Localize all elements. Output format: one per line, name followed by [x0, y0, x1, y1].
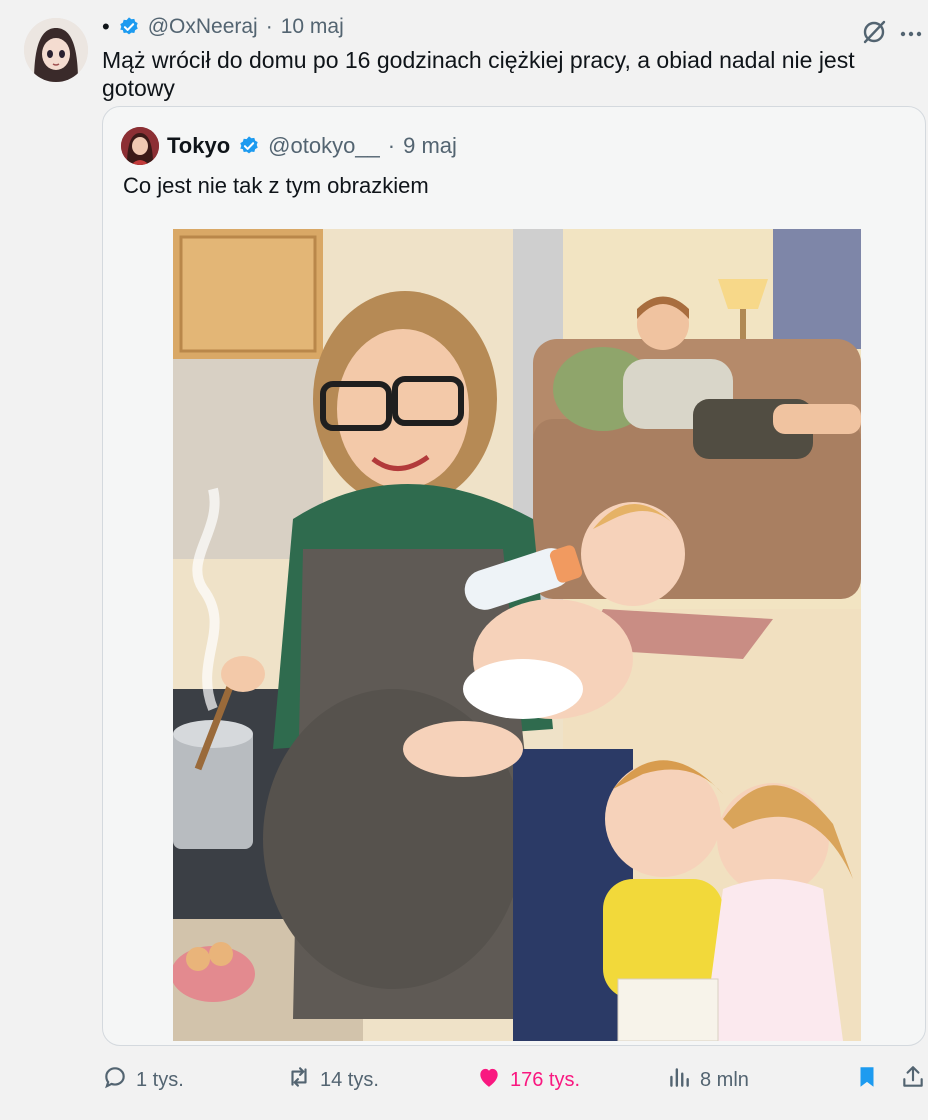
bookmark-button[interactable] [854, 1060, 880, 1100]
quote-header: Tokyo @otokyo__ · 9 maj [121, 127, 457, 165]
views-button[interactable]: 8 mln [666, 1060, 749, 1100]
quote-author-handle[interactable]: @otokyo__ [268, 133, 380, 159]
verified-badge-icon [118, 16, 140, 38]
quoted-post[interactable]: Tokyo @otokyo__ · 9 maj Co jest nie tak … [102, 106, 926, 1046]
post-image[interactable] [173, 229, 861, 1041]
post-header: • @OxNeeraj · 10 maj [102, 12, 344, 42]
grok-icon[interactable] [860, 18, 888, 46]
like-icon [476, 1064, 502, 1096]
verified-badge-icon [238, 135, 260, 157]
post-date[interactable]: 10 maj [281, 15, 344, 39]
post-text: Mąż wrócił do domu po 16 godzinach ciężk… [102, 47, 855, 101]
quote-author-name[interactable]: Tokyo [167, 133, 230, 159]
bookmark-icon [854, 1064, 880, 1096]
reply-button[interactable]: 1 tys. [102, 1060, 184, 1100]
repost-button[interactable]: 14 tys. [286, 1060, 379, 1100]
author-avatar[interactable] [24, 18, 88, 82]
share-button[interactable] [900, 1060, 926, 1100]
quote-date[interactable]: 9 maj [403, 133, 457, 159]
like-count: 176 tys. [510, 1068, 581, 1091]
quote-avatar[interactable] [121, 127, 159, 165]
author-handle[interactable]: @OxNeeraj [148, 15, 258, 39]
quote-text: Co jest nie tak z tym obrazkiem [123, 173, 429, 198]
separator: · [387, 133, 396, 158]
action-bar: 1 tys. 14 tys. 176 tys. 8 mln [102, 1060, 928, 1100]
reply-icon [102, 1064, 128, 1096]
views-count: 8 mln [700, 1068, 749, 1091]
views-icon [666, 1064, 692, 1096]
repost-icon [286, 1064, 312, 1096]
more-icon[interactable] [898, 18, 924, 44]
bullet: • [102, 14, 110, 39]
share-icon [900, 1064, 926, 1096]
like-button[interactable]: 176 tys. [476, 1060, 580, 1100]
separator: · [265, 15, 273, 38]
repost-count: 14 tys. [320, 1068, 379, 1091]
reply-count: 1 tys. [136, 1068, 184, 1091]
